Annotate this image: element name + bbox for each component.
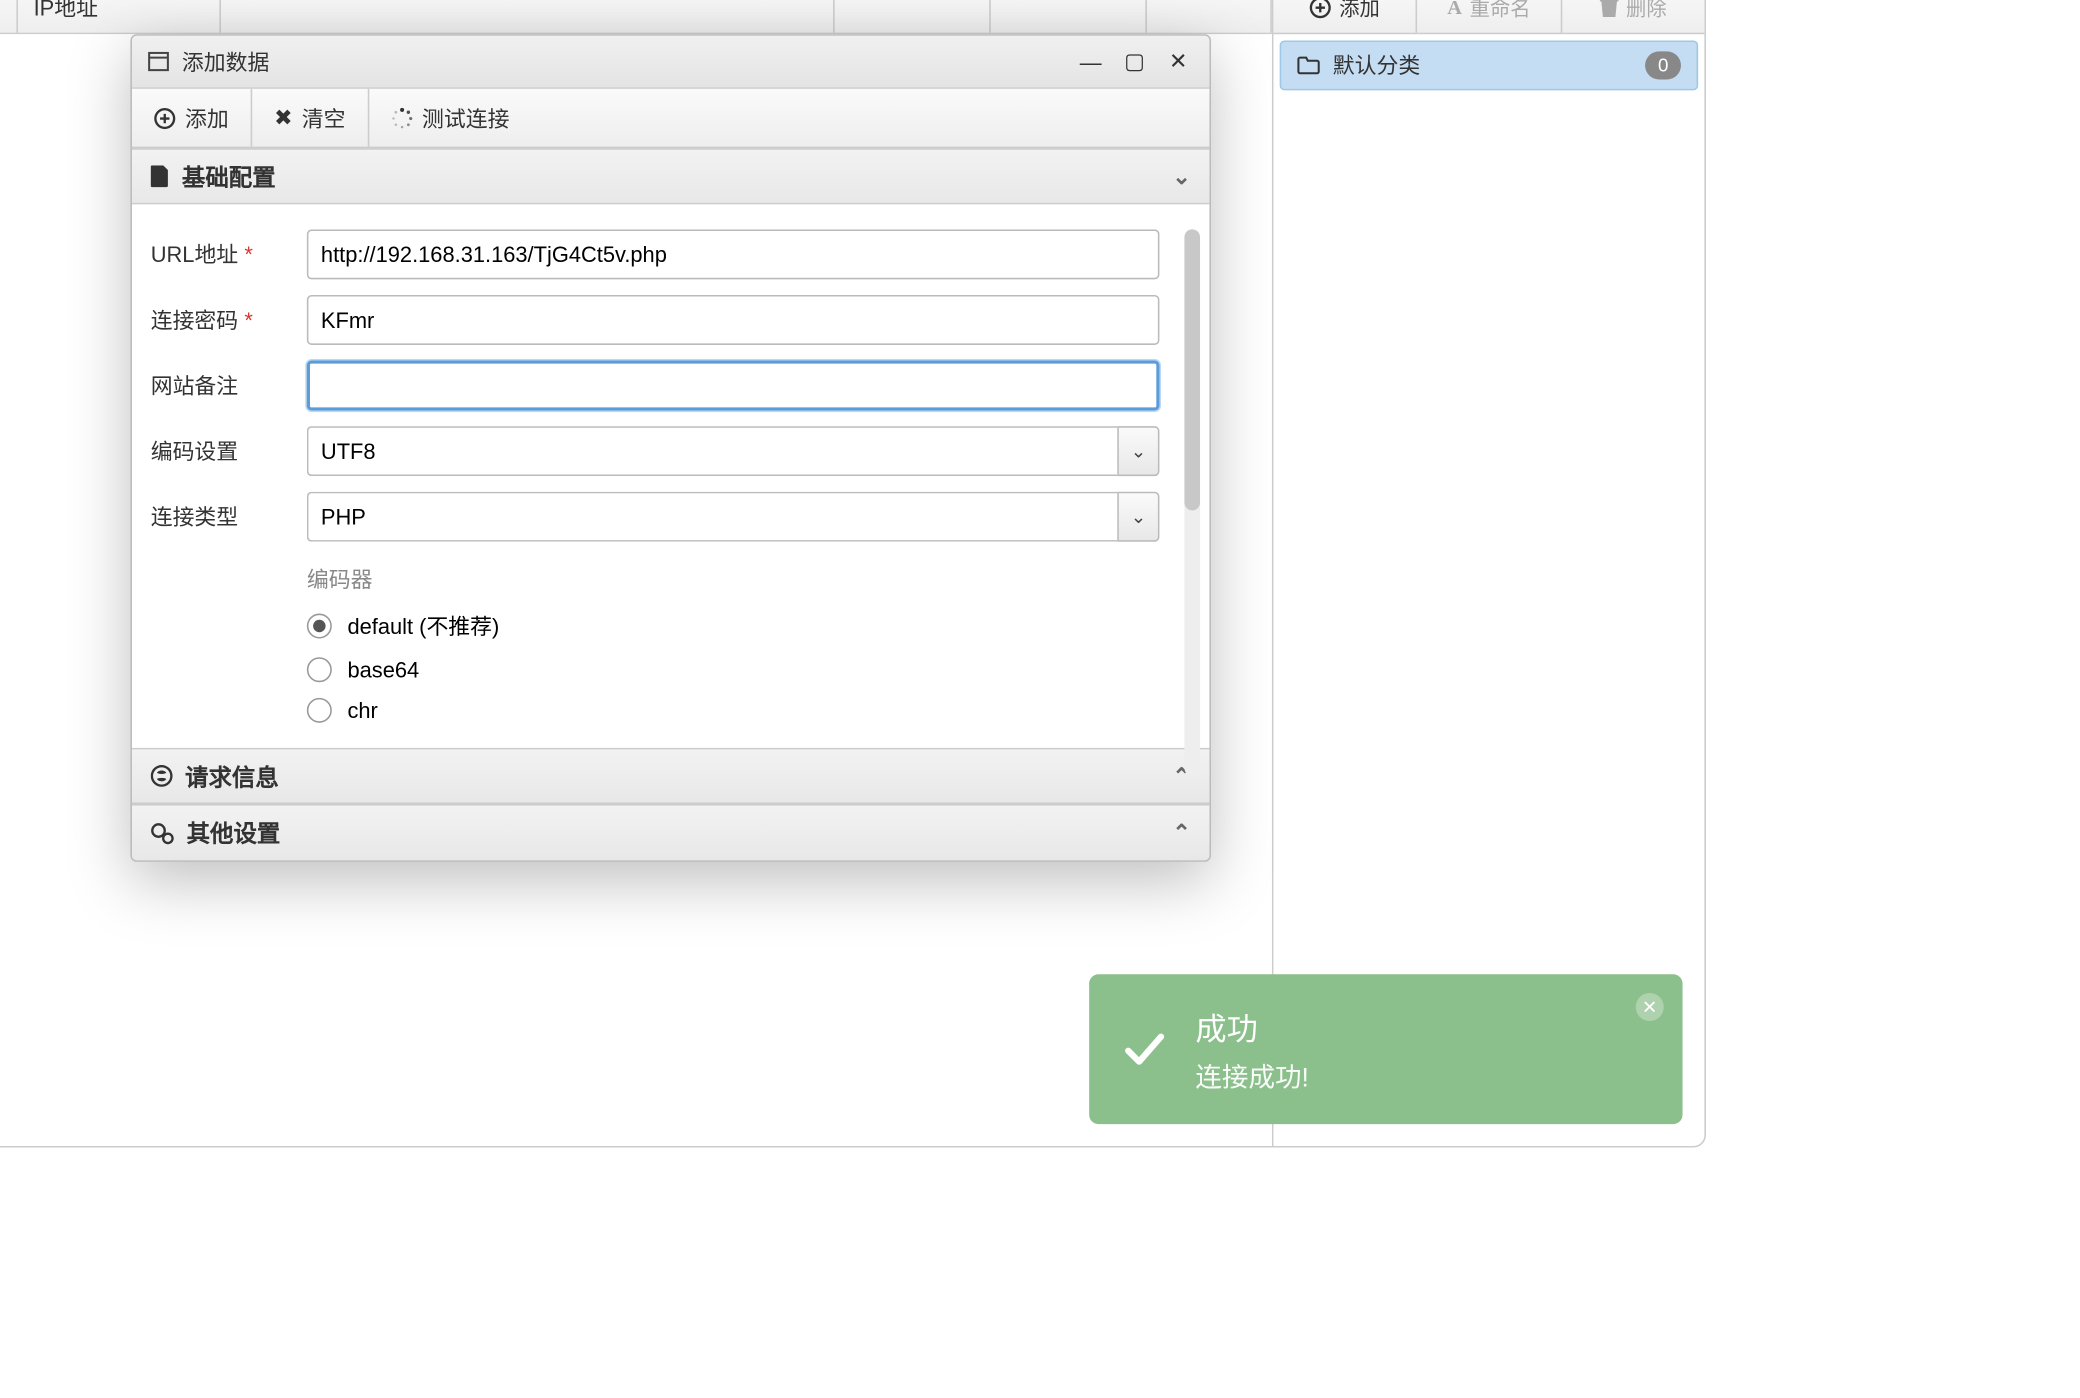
gears-icon (151, 822, 174, 844)
category-count-badge: 0 (1646, 51, 1681, 79)
window-icon (148, 51, 170, 71)
url-input[interactable] (307, 229, 1160, 279)
category-add-button[interactable]: 添加 (1273, 0, 1417, 33)
category-item-default[interactable]: 默认分类 0 (1280, 40, 1698, 90)
column-ip[interactable]: IP地址 (18, 0, 221, 33)
column-6[interactable] (1147, 0, 1272, 33)
plus-circle-icon (154, 107, 176, 129)
font-icon: A (1447, 0, 1462, 19)
radio-icon (307, 614, 332, 639)
section-other-settings[interactable]: 其他设置 ⌃ (132, 804, 1209, 860)
radio-icon (307, 657, 332, 682)
type-dropdown-button[interactable]: ⌄ (1118, 492, 1160, 542)
note-input[interactable] (307, 361, 1160, 411)
column-4[interactable] (835, 0, 991, 33)
dialog-add-button[interactable]: 添加 (132, 89, 252, 147)
dialog-test-button[interactable]: 测试连接 (369, 89, 531, 147)
category-rename-button[interactable]: A 重命名 (1418, 0, 1562, 33)
column-3[interactable] (221, 0, 835, 33)
dialog-clear-button[interactable]: ✖ 清空 (252, 89, 369, 147)
chevron-up-icon: ⌃ (1172, 820, 1190, 847)
encoding-select[interactable] (307, 426, 1118, 476)
dialog-minimize-button[interactable]: — (1075, 49, 1106, 74)
encoder-label: 编码器 (307, 564, 1160, 595)
encoder-radio-base64[interactable]: base64 (307, 657, 1160, 682)
column-url[interactable]: URL地址 (0, 0, 18, 33)
add-data-dialog: 添加数据 — ▢ ✕ 添加 ✖ 清空 测试连接 (130, 34, 1211, 862)
plus-circle-icon (1310, 0, 1332, 18)
x-icon: ✖ (274, 104, 292, 131)
encoder-radio-default[interactable]: default (不推荐) (307, 610, 1160, 641)
form-scrollbar[interactable] (1184, 229, 1200, 776)
section-request-info[interactable]: 请求信息 ⌃ (132, 748, 1209, 804)
encoder-radio-chr[interactable]: chr (307, 698, 1160, 723)
encoding-dropdown-button[interactable]: ⌄ (1118, 426, 1160, 476)
chevron-down-icon: ⌄ (1172, 163, 1190, 190)
file-icon (151, 165, 170, 187)
type-select[interactable] (307, 492, 1118, 542)
toast-title: 成功 (1195, 1004, 1309, 1049)
category-item-label: 默认分类 (1333, 50, 1420, 81)
dialog-close-button[interactable]: ✕ (1163, 48, 1194, 75)
success-toast: 成功 连接成功! ✕ (1089, 974, 1682, 1124)
folder-outline-icon (1297, 56, 1320, 75)
trash-icon (1599, 0, 1618, 17)
spinner-icon (391, 107, 413, 129)
radio-icon (307, 698, 332, 723)
toast-close-button[interactable]: ✕ (1636, 993, 1664, 1021)
section-basic-config[interactable]: 基础配置 ⌄ (132, 148, 1209, 204)
category-delete-button[interactable]: 删除 (1562, 0, 1705, 33)
dialog-title: 添加数据 (182, 46, 269, 77)
table-header: URL地址 IP地址 (0, 0, 1272, 34)
dialog-maximize-button[interactable]: ▢ (1119, 48, 1150, 75)
check-icon (1120, 1026, 1167, 1073)
globe-icon (151, 765, 173, 787)
password-input[interactable] (307, 295, 1160, 345)
column-5[interactable] (991, 0, 1147, 33)
toast-message: 连接成功! (1195, 1055, 1309, 1094)
